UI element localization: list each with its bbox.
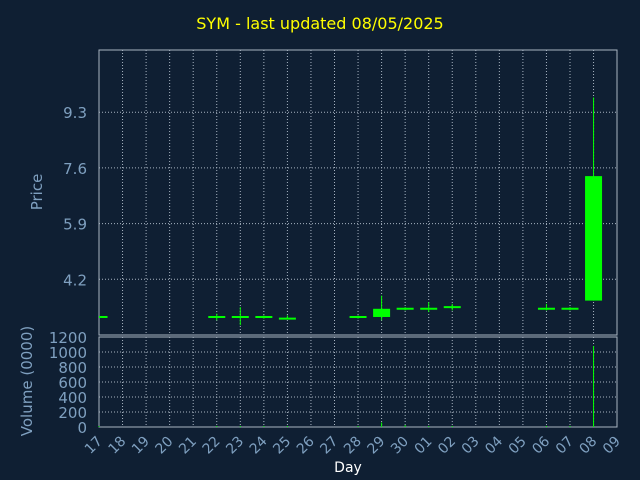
x-tick-label: 17 xyxy=(82,434,106,458)
x-tick-label: 05 xyxy=(506,434,530,458)
x-tick-label: 22 xyxy=(200,434,224,458)
x-tick-label: 30 xyxy=(388,434,412,458)
chart-figure: SYM - last updated 08/05/2025 17 18 19 20 21… xyxy=(0,0,640,480)
volume-axis-label: Volume (0000) xyxy=(18,326,36,436)
x-tick-label: 26 xyxy=(294,433,318,457)
x-tick-label: 01 xyxy=(412,434,436,458)
price-axis-label: Price xyxy=(28,174,46,211)
volume-tick-label: 1200 xyxy=(49,329,87,347)
x-tick-label: 03 xyxy=(459,434,483,458)
price-tick-label: 9.3 xyxy=(63,104,87,122)
x-tick-label: 20 xyxy=(153,434,177,458)
x-axis-label: Day xyxy=(334,460,362,476)
x-tick-label: 29 xyxy=(365,434,389,458)
x-tick-label: 07 xyxy=(553,434,577,458)
candle-body xyxy=(585,176,603,301)
x-tick-label: 19 xyxy=(129,434,153,458)
x-tick-label: 21 xyxy=(176,434,200,458)
price-tick-label: 4.2 xyxy=(63,271,87,289)
x-tick-label: 18 xyxy=(105,434,129,458)
x-tick-label: 08 xyxy=(576,434,600,458)
price-tick-label: 7.6 xyxy=(63,160,87,178)
x-tick-label: 24 xyxy=(247,433,271,457)
x-tick-label: 04 xyxy=(482,433,506,457)
x-tick-label: 02 xyxy=(435,434,459,458)
x-tick-label: 09 xyxy=(600,434,624,458)
candlestick-chart: 17 18 19 20 21 22 23 24 25 26 27 28 29 30 01 02 03 04 05 06… xyxy=(18,49,624,476)
x-tick-label: 27 xyxy=(317,434,341,458)
candle-body xyxy=(373,308,391,317)
x-tick-label: 28 xyxy=(341,434,365,458)
x-tick-label: 06 xyxy=(529,433,553,457)
price-tick-label: 5.9 xyxy=(63,216,87,234)
x-tick-label: 25 xyxy=(270,434,294,458)
x-tick-label: 23 xyxy=(223,434,247,458)
